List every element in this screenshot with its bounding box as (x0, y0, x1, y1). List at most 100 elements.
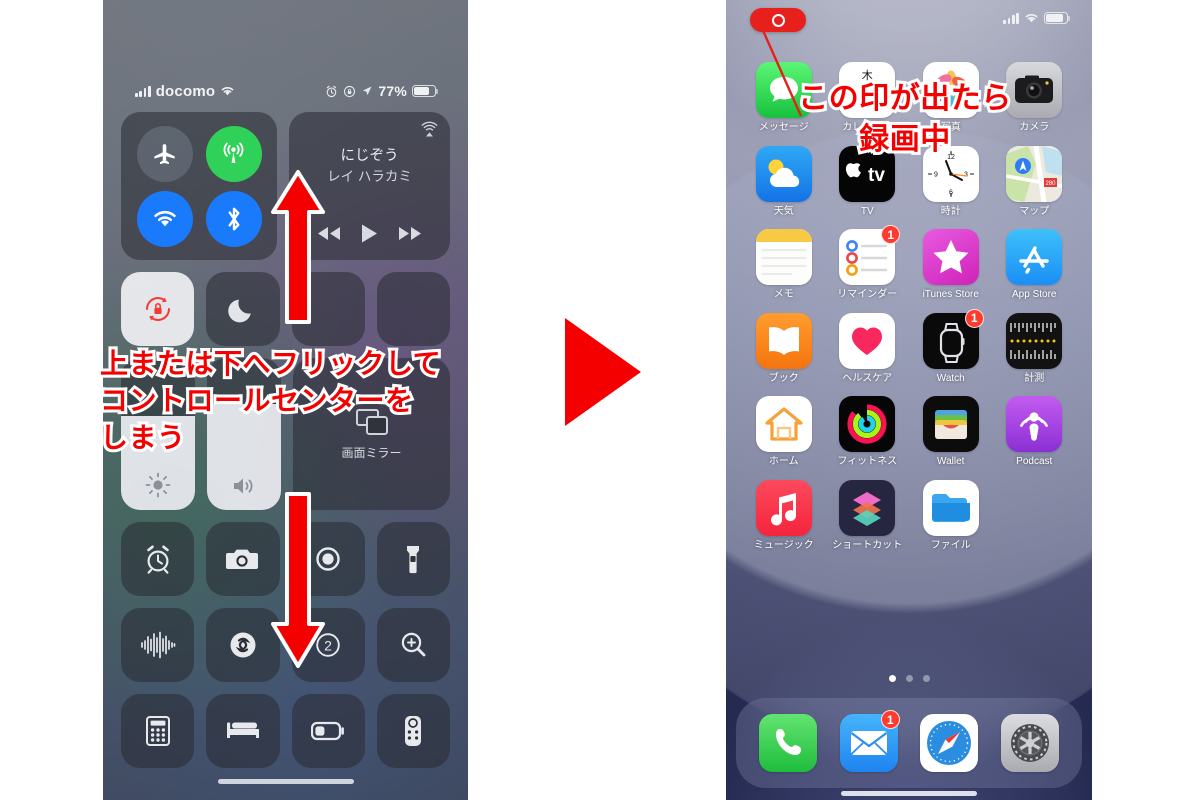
app-label: フィットネス (837, 456, 898, 467)
home-screen-dock: 1 (736, 698, 1082, 788)
safari-icon (920, 714, 979, 772)
moon-icon (228, 299, 251, 323)
app-reminders[interactable]: 1 リマインダー (828, 225, 906, 301)
svg-text:6: 6 (949, 189, 953, 196)
flashlight-shortcut[interactable] (376, 522, 450, 596)
home-app-icon (755, 396, 812, 452)
rotation-lock-icon (145, 297, 170, 321)
low-power-shortcut[interactable] (291, 694, 365, 768)
airplay-icon[interactable] (420, 121, 439, 140)
svg-text:9: 9 (934, 171, 938, 178)
battery-icon (412, 85, 439, 97)
app-music[interactable]: ミュージック (745, 479, 823, 552)
page-dot-2[interactable] (905, 675, 913, 682)
files-icon (922, 479, 979, 536)
left-instruction-caption: 上または下へフリックして コントロールセンターを しまう (97, 344, 480, 457)
page-dot-1[interactable] (888, 675, 896, 682)
app-label: ファイル (930, 539, 971, 551)
brightness-icon (145, 472, 171, 498)
music-icon (755, 479, 812, 536)
alarm-clock-icon (146, 545, 169, 574)
sleep-shortcut[interactable] (206, 694, 280, 768)
connectivity-tile (121, 112, 277, 260)
shortcuts-icon (839, 479, 896, 536)
calculator-shortcut[interactable] (121, 694, 195, 768)
remote-shortcut[interactable] (376, 694, 450, 768)
location-arrow-icon (363, 86, 372, 96)
carrier-label: docomo (155, 82, 216, 100)
app-watch[interactable]: 1 Watch (912, 308, 990, 385)
app-wallet[interactable]: Wallet (912, 396, 990, 468)
page-dot-3[interactable] (922, 675, 930, 682)
app-label: Wallet (937, 456, 965, 467)
app-measure[interactable]: 計測 (995, 312, 1073, 385)
step-progress-arrow (565, 318, 641, 426)
dock-app-mail[interactable]: 1 (838, 710, 900, 772)
battery-percent-label: 77% (378, 83, 407, 99)
app-itunes-store[interactable]: iTunes Store (912, 229, 990, 301)
caption-line-2: 録画中 (856, 119, 953, 160)
flick-up-arrow (271, 170, 325, 324)
cellular-data-toggle[interactable] (205, 125, 262, 182)
fitness-icon (839, 396, 896, 452)
dock-app-safari[interactable] (918, 714, 980, 772)
wifi-icon (221, 87, 234, 96)
phone-icon (759, 714, 818, 772)
app-notes[interactable]: メモ (745, 229, 823, 301)
fast-forward-icon[interactable] (397, 225, 423, 242)
flick-down-arrow (271, 492, 325, 668)
cc-tile-blank-b[interactable] (376, 272, 450, 346)
play-icon[interactable] (360, 223, 379, 244)
orientation-lock-tile[interactable] (121, 272, 195, 346)
app-label: TV (860, 205, 874, 217)
camera-icon (225, 549, 258, 569)
podcasts-icon (1006, 396, 1063, 452)
app-label: リマインダー (837, 289, 898, 300)
magnifier-icon (402, 632, 426, 657)
app-health[interactable]: ヘルスケア (828, 312, 906, 385)
app-store-icon (1006, 229, 1063, 285)
badge-count: 1 (880, 710, 900, 729)
bluetooth-toggle[interactable] (205, 190, 262, 247)
measure-icon (1006, 312, 1063, 369)
svg-text:280: 280 (1046, 181, 1057, 187)
voice-memo-shortcut[interactable] (121, 608, 195, 682)
itunes-store-icon (922, 229, 979, 285)
bluetooth-icon (228, 207, 239, 230)
app-label: 天気 (773, 205, 794, 217)
cellular-signal-icon (1003, 12, 1019, 24)
app-fitness[interactable]: フィットネス (828, 396, 906, 468)
alarm-shortcut[interactable] (121, 522, 195, 596)
app-label: ショートカット (832, 539, 903, 551)
app-label: iTunes Store (922, 289, 979, 300)
app-label: ホーム (768, 456, 799, 467)
badge-count: 1 (964, 308, 984, 328)
caption-line-1: 上または下へフリックして (97, 344, 444, 383)
app-label: ブック (768, 372, 799, 384)
apple-tv-remote-icon (405, 716, 422, 746)
app-label: 時計 (940, 205, 961, 217)
app-shortcuts[interactable]: ショートカット (828, 479, 906, 552)
notes-icon (755, 229, 812, 285)
wifi-icon (1025, 14, 1038, 23)
app-files[interactable]: ファイル (912, 479, 990, 552)
calculator-icon (145, 716, 170, 746)
app-books[interactable]: ブック (745, 312, 823, 385)
app-label: 計測 (1024, 372, 1045, 384)
wifi-toggle[interactable] (136, 190, 193, 247)
dock-app-phone[interactable] (757, 714, 819, 772)
svg-text:tv: tv (868, 165, 885, 186)
dock-app-settings[interactable] (999, 714, 1061, 772)
page-indicator-dots[interactable] (726, 675, 1092, 682)
airplane-mode-toggle[interactable] (136, 125, 193, 182)
right-status-bar (1003, 12, 1071, 24)
magnifier-shortcut[interactable] (376, 608, 450, 682)
wifi-icon (153, 210, 176, 226)
app-label: メモ (773, 289, 794, 300)
app-podcasts[interactable]: Podcast (995, 396, 1073, 468)
app-label: Podcast (1016, 456, 1053, 467)
caption-line-2: コントロールセンターを (97, 381, 416, 420)
rotation-lock-icon (344, 85, 356, 97)
app-app-store[interactable]: App Store (995, 229, 1073, 301)
app-home[interactable]: ホーム (745, 396, 823, 468)
